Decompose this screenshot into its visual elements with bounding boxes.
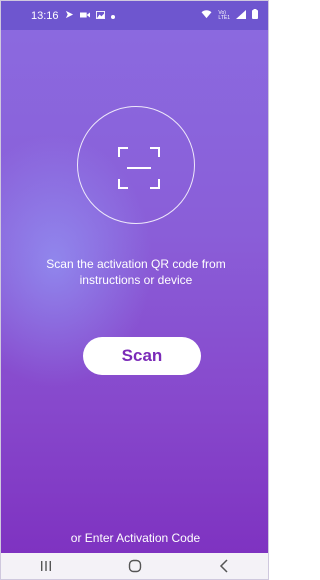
battery-icon [252,9,258,22]
status-right: Vo) LTE1 [201,9,258,22]
wifi-icon [201,9,212,22]
qr-corner-top-left [118,147,128,157]
scan-instruction: Scan the activation QR code from instruc… [46,257,226,287]
qr-scan-icon [118,147,160,189]
dot-icon [110,10,115,22]
qr-corner-bottom-right [150,179,160,189]
image-icon [95,10,105,22]
back-icon[interactable] [204,553,244,579]
enter-activation-code-link[interactable]: or Enter Activation Code [1,531,268,545]
qr-corner-bottom-left [118,179,128,189]
signal-icon [236,9,246,22]
network-label: Vo) LTE1 [218,9,230,21]
qr-scan-line [127,167,151,169]
send-icon [65,10,74,22]
activation-screen: 13:16 Vo) LTE1 Scan the activation QR co… [0,0,269,580]
recent-apps-icon[interactable] [26,553,66,579]
scan-button[interactable]: Scan [83,337,201,375]
home-icon[interactable] [115,553,155,579]
video-icon [79,10,90,22]
status-left: 13:16 [31,10,115,22]
qr-corner-top-right [150,147,160,157]
navigation-bar [1,553,268,579]
status-time: 13:16 [31,9,59,22]
status-bar: 13:16 Vo) LTE1 [1,1,268,30]
qr-scan-circle[interactable] [77,106,195,224]
